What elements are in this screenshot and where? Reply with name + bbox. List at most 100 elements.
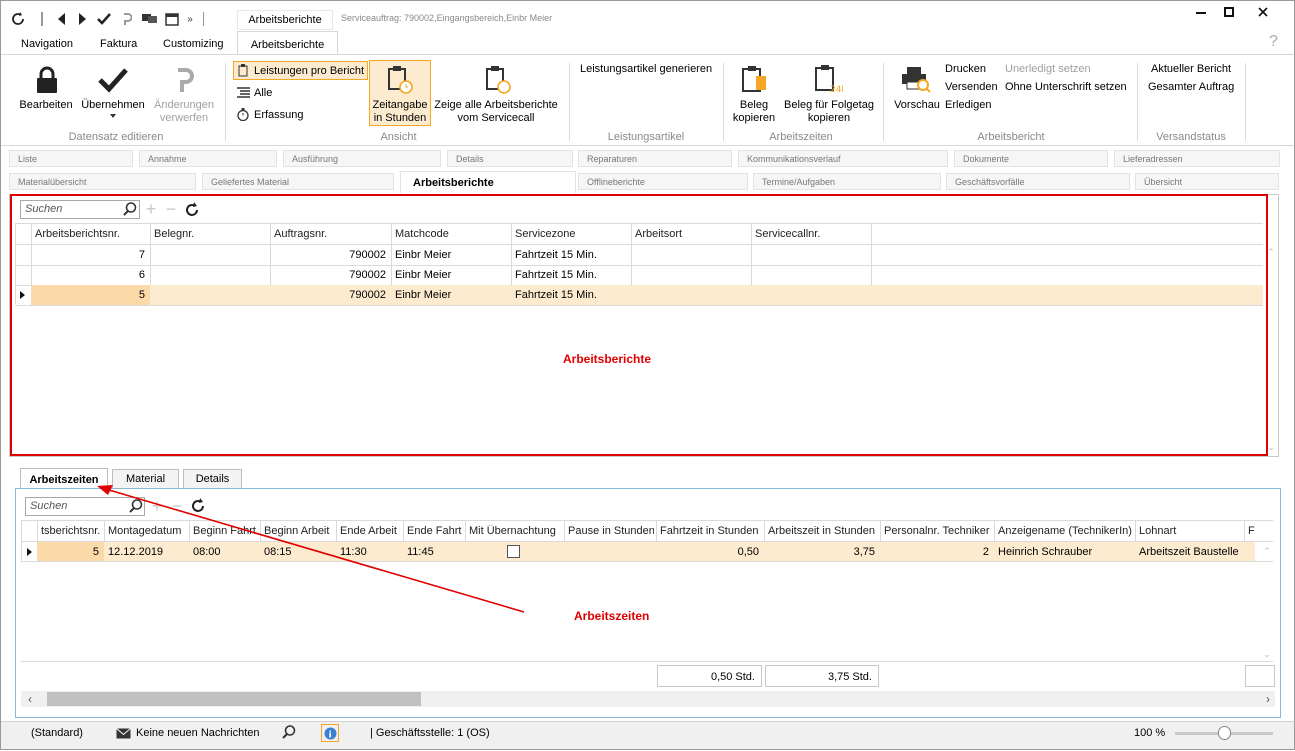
navtab-item[interactable]: Reparaturen [578,150,732,167]
table-cell[interactable]: 08:15 [264,546,331,558]
maximize-icon[interactable] [1221,5,1237,19]
beleg-folgetag-button[interactable]: Beleg für Folgetag [781,99,877,112]
column-header[interactable]: Montagedatum [108,525,187,537]
navtab-item[interactable]: Offlineberichte [578,173,748,190]
column-header[interactable]: Fahrtzeit in Stunden [660,525,762,537]
navtab-item[interactable]: Details [447,150,573,167]
vorschau-button[interactable]: Vorschau [891,99,943,112]
help-icon[interactable]: ? [1269,33,1278,51]
navtab-item[interactable]: Arbeitsberichte [400,171,576,193]
alle-button[interactable]: Alle [254,87,272,99]
navtab-item[interactable]: Lieferadressen [1114,150,1280,167]
refresh-app-icon[interactable] [9,11,27,27]
group-ansicht: Ansicht [380,131,417,143]
copy-document-icon[interactable] [737,63,771,95]
subtab-item[interactable]: Material [112,469,179,488]
close-icon[interactable] [1255,5,1271,19]
title-tab[interactable]: Arbeitsberichte [237,10,333,30]
subtab-item[interactable]: Arbeitszeiten [20,468,108,489]
menu-faktura[interactable]: Faktura [100,38,137,50]
uebernehmen-button[interactable]: Übernehmen [79,99,147,112]
column-header[interactable]: tsberichtsnr. [41,525,102,537]
aenderungen-button[interactable]: Änderungen [151,99,217,112]
column-header[interactable]: Lohnart [1139,525,1242,537]
navtab-item[interactable]: Geliefertes Material [202,173,394,190]
refresh-icon[interactable] [189,497,207,515]
chat-icon[interactable] [141,11,159,27]
navtab-item[interactable]: Geschäftsvorfälle [946,173,1130,190]
scroll-down-icon[interactable]: ⌄ [1261,648,1273,660]
lock-icon[interactable] [33,65,61,95]
table-cell[interactable]: 08:00 [193,546,255,558]
table-cell[interactable]: 12.12.2019 [108,546,184,558]
scroll-up-icon[interactable]: ⌃ [1261,545,1273,557]
column-header[interactable]: Pause in Stunden [568,525,654,537]
drucken-button[interactable]: Drucken [945,63,986,75]
check-icon[interactable] [96,11,112,27]
mit-uebernachtung-checkbox[interactable] [507,545,520,558]
table-cell[interactable]: 3,75 [768,546,875,558]
erledigen-button[interactable]: Erledigen [945,99,991,111]
checkmark-icon[interactable] [96,65,130,95]
scrollbar-thumb[interactable] [47,692,421,706]
column-header[interactable]: Arbeitszeit in Stunden [768,525,878,537]
navtab-item[interactable]: Materialübersicht [9,173,196,190]
search-input[interactable]: Suchen [25,497,145,516]
navtab-item[interactable]: Dokumente [954,150,1108,167]
versenden-button[interactable]: Versenden [945,81,998,93]
leistungsartikel-generieren-button[interactable]: Leistungsartikel generieren [580,63,712,75]
info-icon[interactable]: i [321,724,339,742]
search-icon[interactable] [281,724,297,740]
undo-icon[interactable] [119,11,133,27]
scroll-left-icon[interactable]: ‹ [23,692,37,706]
zeige-alle-button[interactable]: Zeige alle Arbeitsberichte [431,99,561,112]
column-header[interactable]: Anzeigename (TechnikerIn) [998,525,1133,537]
printer-preview-icon[interactable] [899,63,933,95]
navtab-item[interactable]: Liste [9,150,133,167]
table-cell[interactable]: Arbeitszeit Baustelle [1139,546,1239,558]
unerledigt-setzen-button[interactable]: Unerledigt setzen [1005,63,1091,75]
column-header[interactable]: Beginn Arbeit [264,525,334,537]
back-icon[interactable] [56,11,68,27]
zoom-slider-thumb[interactable] [1218,726,1231,740]
navtab-item[interactable]: Annahme [139,150,277,167]
scroll-right-icon[interactable]: › [1261,692,1275,706]
aktueller-bericht-button[interactable]: Aktueller Bericht [1151,63,1231,75]
status-nachrichten[interactable]: Keine neuen Nachrichten [136,727,260,739]
table-cell[interactable]: 11:30 [340,546,398,558]
menu-arbeitsberichte[interactable]: Arbeitsberichte [237,31,338,54]
table-cell[interactable]: 0,50 [660,546,759,558]
column-header[interactable]: Fi [1248,525,1255,537]
minimize-icon[interactable] [1193,6,1209,20]
remove-icon[interactable]: − [169,496,185,516]
erfassung-button[interactable]: Erfassung [254,109,304,121]
copy-24h-icon[interactable]: 24h [811,63,845,95]
navtab-item[interactable]: Termine/Aufgaben [753,173,941,190]
subtab-item[interactable]: Details [183,469,242,488]
menu-customizing[interactable]: Customizing [163,38,224,50]
column-header[interactable]: Mit Übernachtung [469,525,562,537]
column-header[interactable]: Ende Fahrt [407,525,463,537]
forward-icon[interactable] [76,11,88,27]
table-cell[interactable]: 11:45 [407,546,460,558]
more-icon[interactable]: » [185,11,195,27]
navtab-item[interactable]: Ausführung [283,150,441,167]
table-cell[interactable]: 2 [884,546,989,558]
bearbeiten-button[interactable]: Bearbeiten [15,99,77,112]
ohne-unterschrift-button[interactable]: Ohne Unterschrift setzen [1005,81,1127,93]
column-header[interactable]: Ende Arbeit [340,525,401,537]
search-icon[interactable] [128,498,144,514]
dropdown-arrow-icon[interactable] [109,113,117,119]
gesamter-auftrag-button[interactable]: Gesamter Auftrag [1148,81,1234,93]
table-cell[interactable]: 5 [41,546,99,558]
menu-navigation[interactable]: Navigation [21,38,73,50]
clipboard-clock-icon[interactable] [481,63,513,95]
column-header[interactable]: Beginn Fahrt [193,525,258,537]
column-header[interactable]: Personalnr. Techniker [884,525,992,537]
navtab-item[interactable]: Übersicht [1135,173,1279,190]
add-icon[interactable]: + [149,496,165,516]
calendar-icon[interactable] [164,11,180,27]
navtab-item[interactable]: Kommunikationsverlauf [738,150,948,167]
beleg-kopieren-button[interactable]: Beleg [725,99,783,112]
table-cell[interactable]: Heinrich Schrauber [998,546,1130,558]
